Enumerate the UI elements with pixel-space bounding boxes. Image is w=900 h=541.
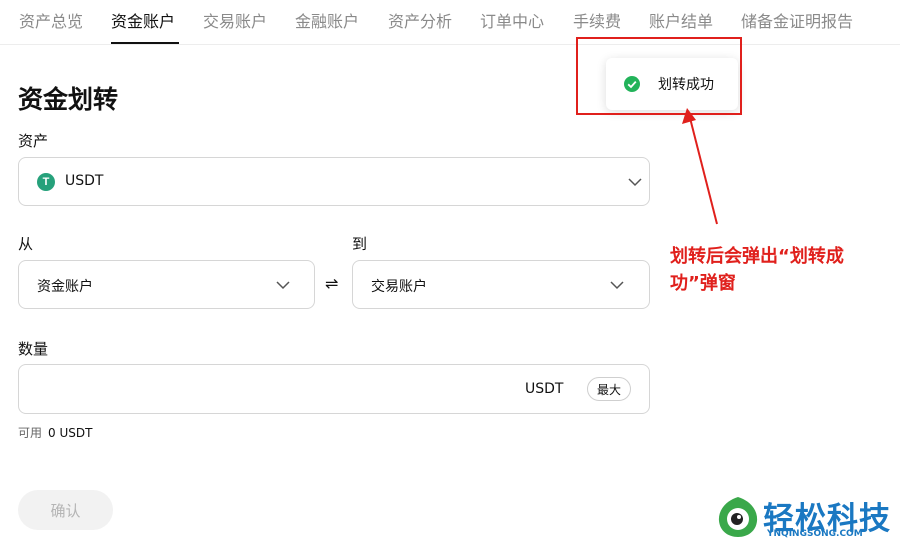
top-nav: 资产总览 资金账户 交易账户 金融账户 资产分析 订单中心 手续费 账户结单 储… xyxy=(0,0,900,45)
annotation-arrow-icon xyxy=(682,108,718,225)
asset-select[interactable]: T USDT xyxy=(18,157,650,206)
from-account-select[interactable]: 资金账户 xyxy=(18,260,315,309)
available-label: 可用 xyxy=(18,426,43,440)
from-label: 从 xyxy=(18,235,34,253)
available-value: 0 USDT xyxy=(48,426,93,440)
amount-unit: USDT xyxy=(525,381,564,397)
asset-label: 资产 xyxy=(18,132,49,150)
available-balance: 可用 0 USDT xyxy=(18,424,92,441)
amount-field[interactable]: USDT 最大 xyxy=(18,364,650,414)
tab-trading-account[interactable]: 交易账户 xyxy=(203,8,267,32)
watermark-logo: 轻松科技 YNQINGSONG.COM xyxy=(715,493,900,541)
amount-label: 数量 xyxy=(18,340,49,358)
tether-coin-icon: T xyxy=(37,173,55,191)
from-account-value: 资金账户 xyxy=(37,279,93,295)
tab-asset-overview[interactable]: 资产总览 xyxy=(19,8,83,32)
confirm-button[interactable]: 确认 xyxy=(18,490,113,530)
tab-finance-account[interactable]: 金融账户 xyxy=(295,8,359,32)
asset-select-value: USDT xyxy=(65,173,104,189)
chevron-down-icon xyxy=(628,178,642,187)
to-label: 到 xyxy=(352,235,368,253)
tab-account-statement[interactable]: 账户结单 xyxy=(649,8,713,32)
watermark-subtitle: YNQINGSONG.COM xyxy=(767,529,863,539)
annotation-text: 划转后会弹出“划转成功”弹窗 xyxy=(670,246,844,294)
max-button[interactable]: 最大 xyxy=(587,377,631,401)
swap-direction-icon[interactable]: ⇌ xyxy=(325,274,338,293)
tab-proof-of-reserves[interactable]: 储备金证明报告 xyxy=(741,8,853,32)
page-title: 资金划转 xyxy=(18,85,119,114)
tab-funding-account[interactable]: 资金账户 xyxy=(111,8,175,32)
chevron-down-icon xyxy=(276,281,290,290)
active-tab-underline xyxy=(111,42,179,44)
to-account-select[interactable]: 交易账户 xyxy=(352,260,650,309)
amount-input[interactable] xyxy=(31,377,515,403)
chevron-down-icon xyxy=(610,281,624,290)
tab-order-center[interactable]: 订单中心 xyxy=(480,8,544,32)
leaf-logo-icon xyxy=(718,497,758,537)
tab-fees[interactable]: 手续费 xyxy=(573,8,621,32)
to-account-value: 交易账户 xyxy=(371,279,427,295)
tab-asset-analysis[interactable]: 资产分析 xyxy=(388,8,452,32)
